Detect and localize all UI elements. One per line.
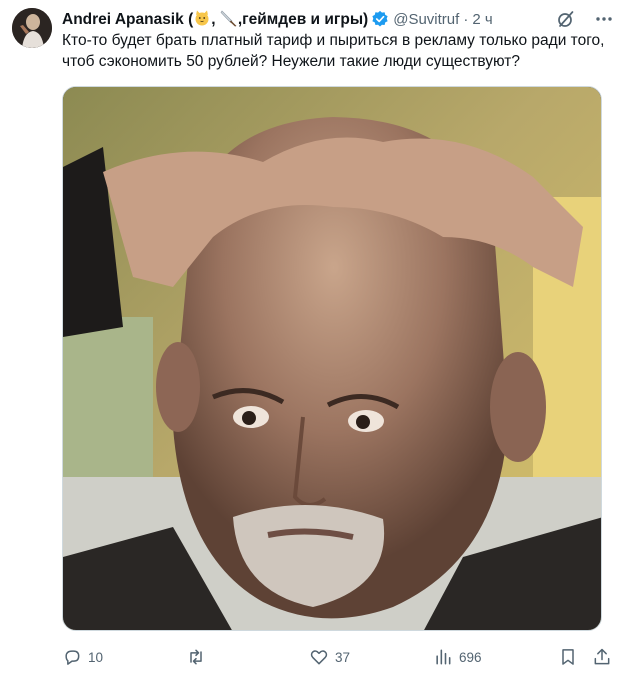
avatar-image bbox=[12, 8, 52, 48]
bookmark-button[interactable] bbox=[558, 644, 578, 670]
views-button[interactable]: 696 bbox=[433, 644, 482, 670]
reply-count: 10 bbox=[88, 649, 104, 665]
knife-emoji-icon bbox=[220, 10, 237, 27]
author-name[interactable]: Andrei Apanasik ( , ,геймдев и игры) bbox=[62, 9, 368, 29]
author-handle[interactable]: @Suvitruf bbox=[393, 11, 459, 28]
tweet: Andrei Apanasik ( , ,геймдев и игры) @Su… bbox=[0, 0, 626, 680]
tweet-time[interactable]: 2 ч bbox=[472, 11, 492, 28]
grok-icon[interactable] bbox=[556, 9, 576, 29]
header-separator: · bbox=[463, 10, 469, 28]
like-icon bbox=[310, 650, 328, 665]
avatar[interactable] bbox=[12, 8, 52, 48]
photo-bald-man-holding-head bbox=[63, 87, 601, 630]
author-tags-text: ,геймдев и игры) bbox=[237, 11, 369, 28]
reply-button[interactable]: 10 bbox=[62, 644, 103, 670]
share-icon bbox=[594, 648, 610, 665]
views-count: 696 bbox=[459, 649, 482, 665]
author-name-text: Andrei Apanasik bbox=[62, 11, 184, 28]
cat-emoji-icon bbox=[195, 10, 209, 26]
author-tags-sep: , bbox=[211, 11, 216, 28]
tweet-header: Andrei Apanasik ( , ,геймдев и игры) @Su… bbox=[62, 8, 614, 30]
reply-icon bbox=[65, 650, 80, 665]
tweet-text: Кто-то будет брать платный тариф и пырит… bbox=[62, 32, 605, 70]
views-icon bbox=[436, 649, 451, 665]
retweet-button[interactable] bbox=[186, 644, 206, 670]
bookmark-icon bbox=[562, 649, 574, 665]
verified-badge-icon bbox=[372, 10, 388, 27]
more-icon[interactable] bbox=[594, 9, 614, 29]
header-actions bbox=[556, 8, 614, 30]
retweet-icon bbox=[190, 649, 202, 665]
share-button[interactable] bbox=[592, 644, 612, 670]
tweet-image[interactable] bbox=[62, 86, 602, 631]
like-count: 37 bbox=[335, 649, 351, 665]
tweet-actions: 10 37 696 bbox=[62, 644, 614, 670]
like-button[interactable]: 37 bbox=[309, 644, 350, 670]
